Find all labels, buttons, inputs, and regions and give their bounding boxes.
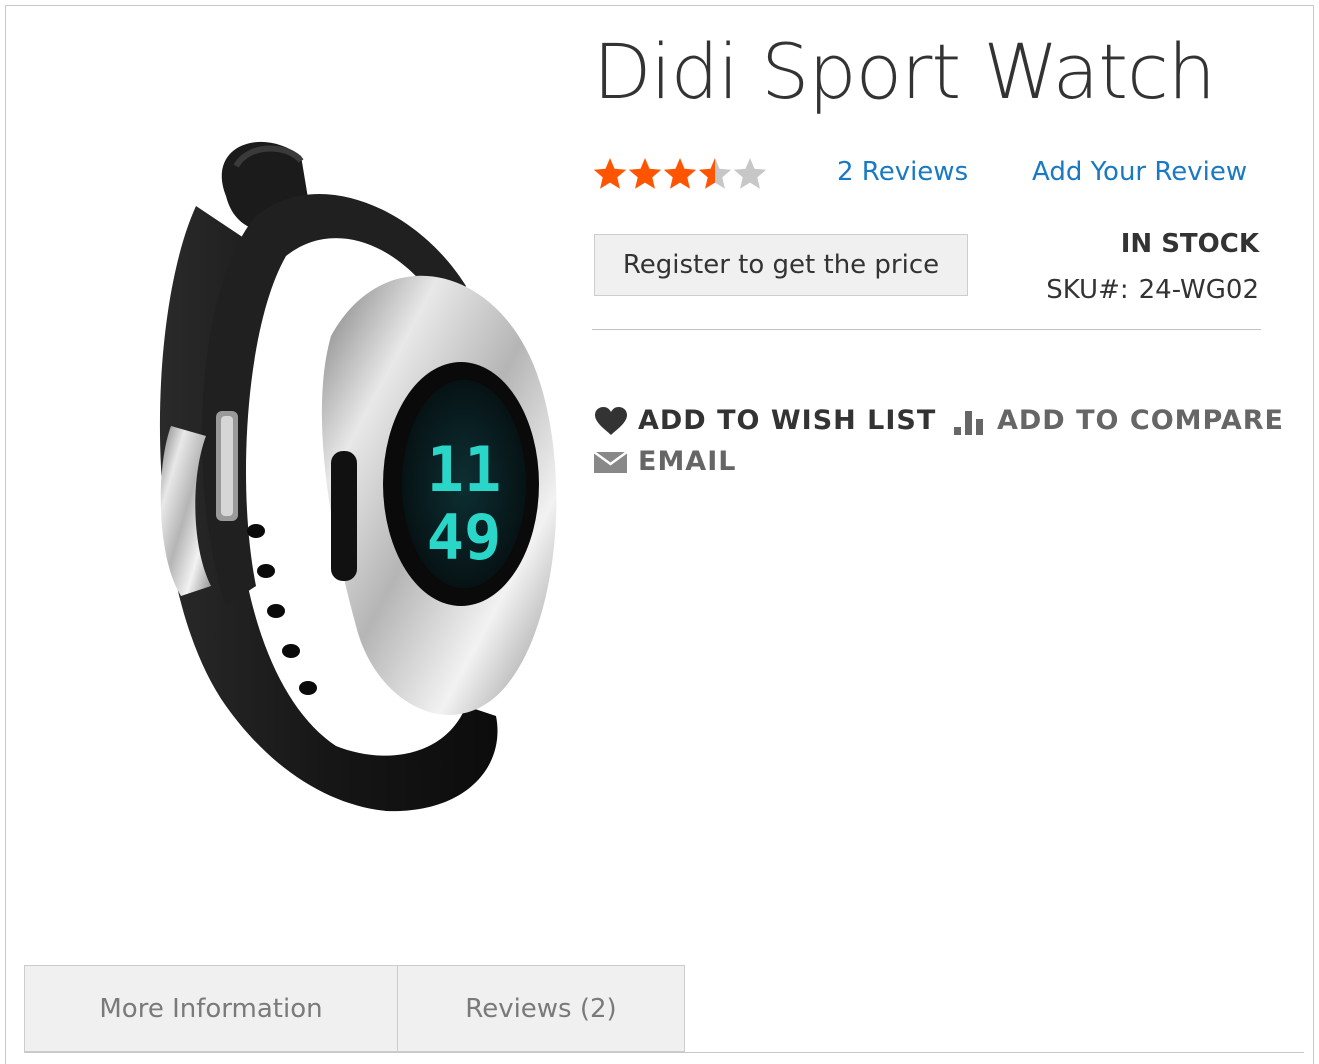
email-link[interactable]: EMAIL [594,446,736,477]
star-icon [593,158,627,189]
divider [592,329,1261,330]
tab-more-information[interactable]: More Information [24,965,398,1052]
tabs-baseline [24,1052,1304,1053]
add-to-compare-label: ADD TO COMPARE [997,405,1284,436]
register-price-button[interactable]: Register to get the price [594,234,968,296]
sku-value: 24-WG02 [1138,275,1259,305]
star-icon [628,158,662,189]
bar-chart-icon [953,407,987,435]
add-to-compare-link[interactable]: ADD TO COMPARE [953,405,1284,436]
heart-icon [594,406,628,436]
stock-status: IN STOCK [1120,229,1259,259]
add-to-wishlist-link[interactable]: ADD TO WISH LIST [594,405,936,436]
product-tabs: More Information Reviews (2) [5,965,1314,1064]
sku: SKU#: 24-WG02 [1046,275,1259,305]
add-review-link[interactable]: Add Your Review [1032,157,1247,187]
reviews-link[interactable]: 2 Reviews [837,157,968,187]
sku-label: SKU#: [1046,275,1129,305]
star-icon [733,158,767,189]
product-page: 11 49 Didi Sport Watch 2 Reviews Add You… [5,5,1314,1064]
envelope-icon [594,450,628,474]
rating-stars [593,158,767,189]
page-title: Didi Sport Watch [593,27,1216,116]
watch-hour: 11 [427,433,502,506]
watch-minute: 49 [427,501,502,574]
product-image: 11 49 [159,141,557,812]
star-icon [663,158,697,189]
add-to-wishlist-label: ADD TO WISH LIST [638,405,937,436]
star-icon [698,158,732,189]
tab-reviews[interactable]: Reviews (2) [397,965,685,1052]
email-label: EMAIL [638,446,737,477]
